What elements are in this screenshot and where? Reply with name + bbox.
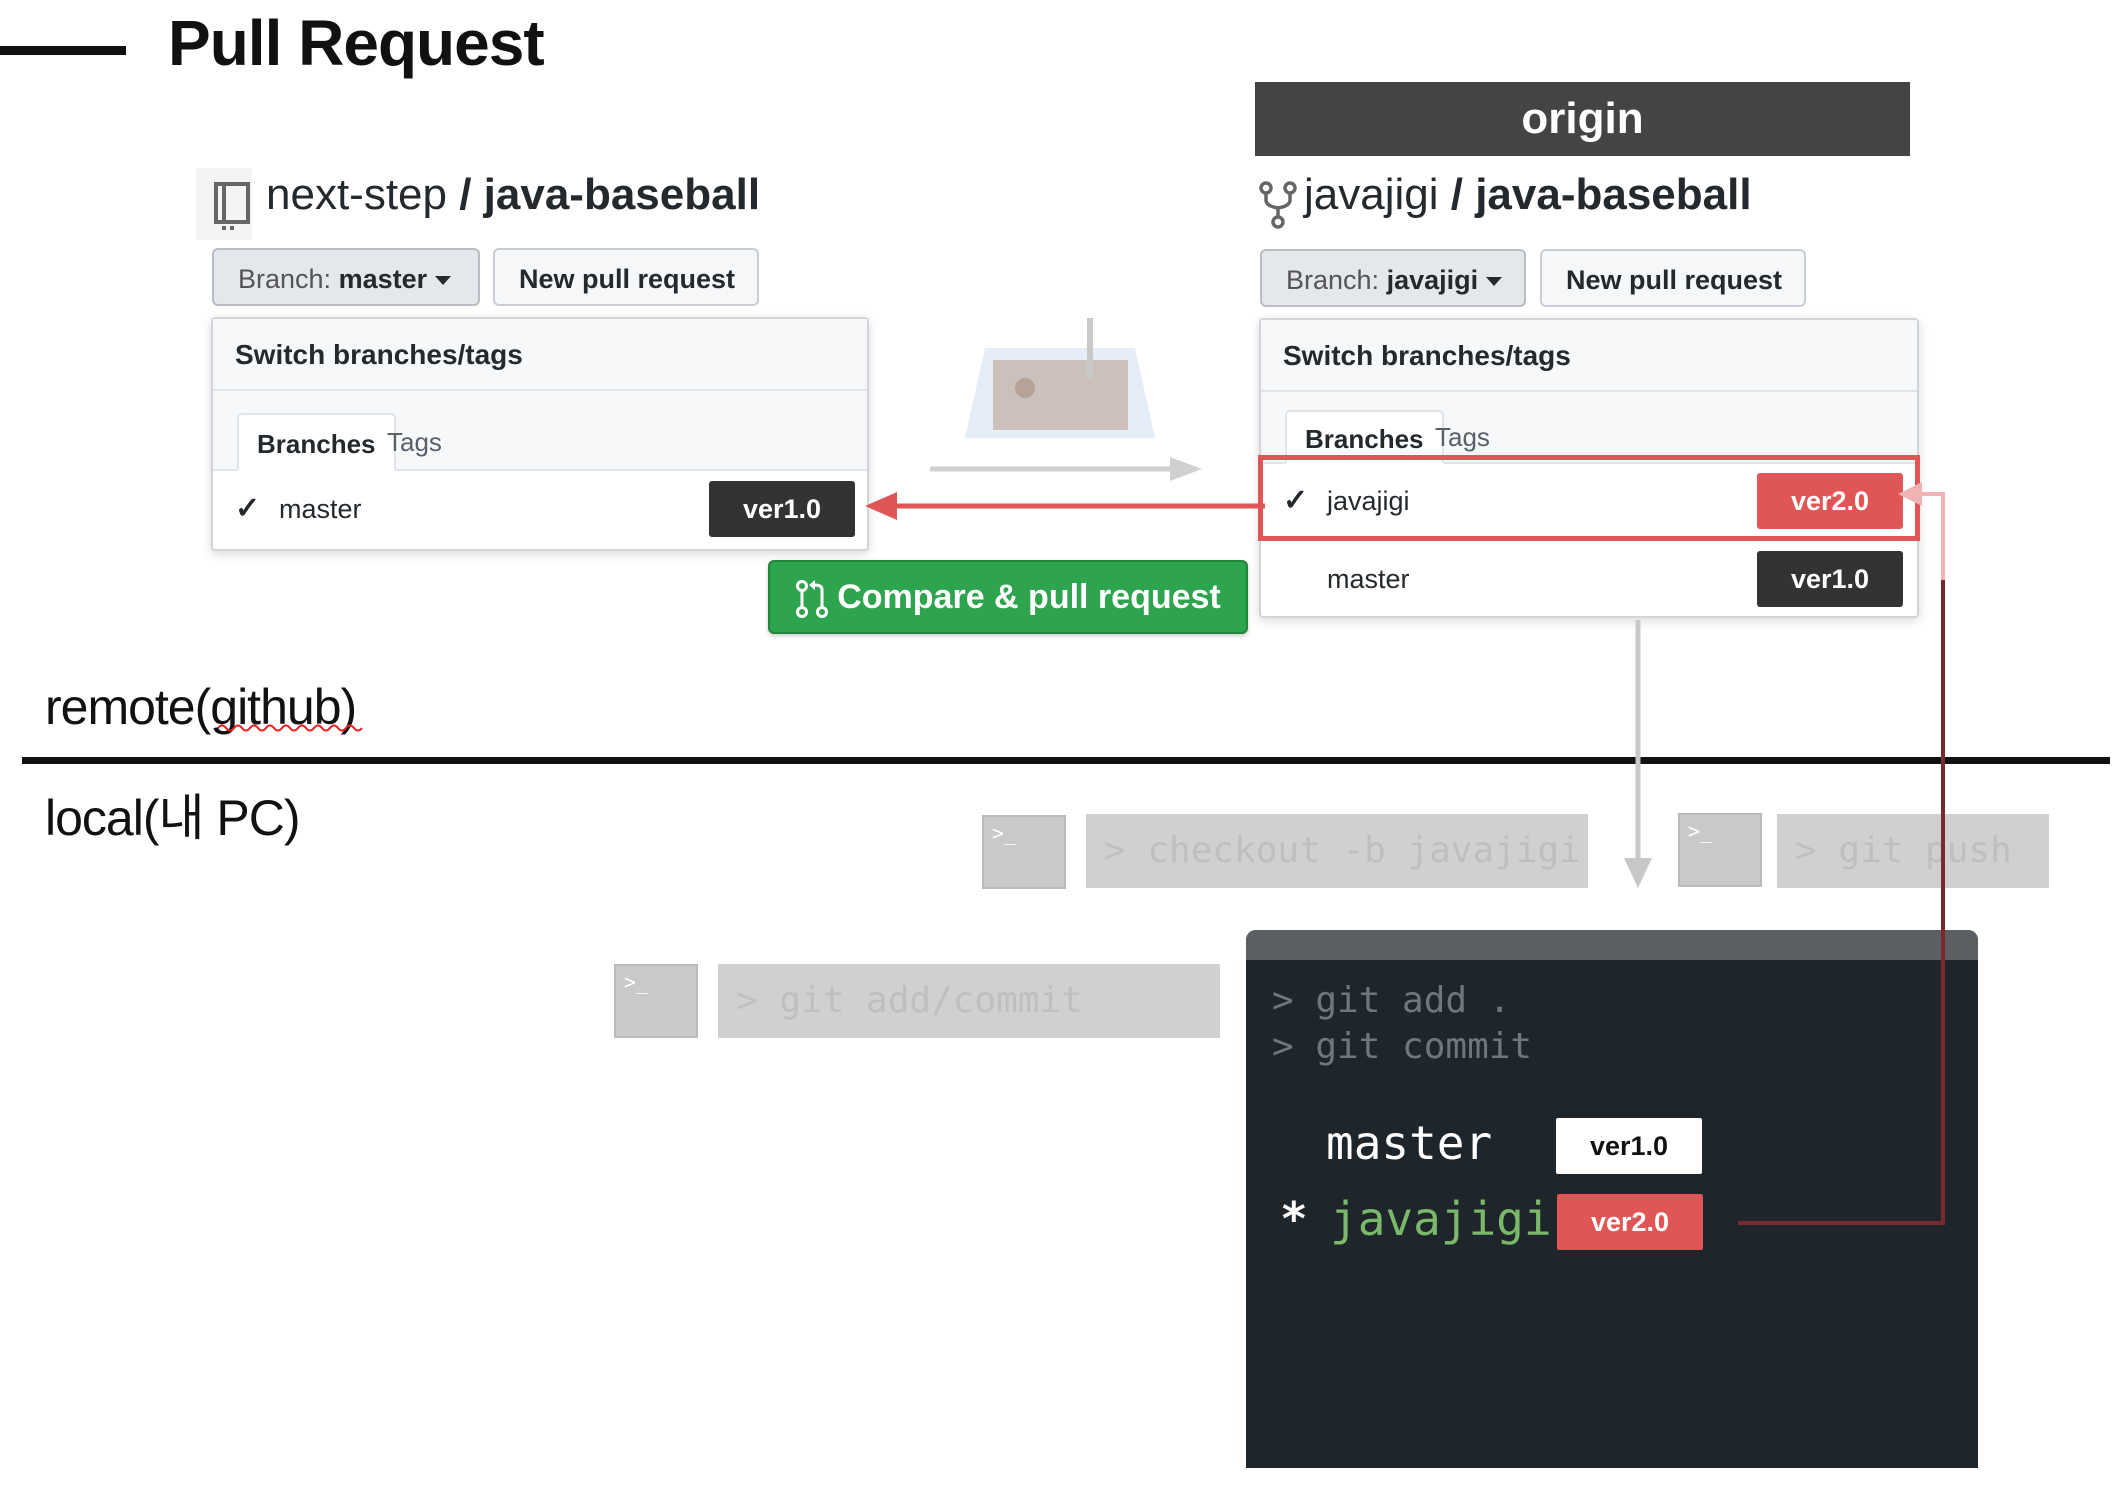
pull-request-illustration bbox=[965, 318, 1155, 438]
red-left-arrow bbox=[865, 492, 1265, 520]
checkout-terminal-icon: >_ bbox=[982, 815, 1066, 889]
gray-down-arrow bbox=[1624, 620, 1652, 888]
terminal-branch-javajigi: javajigi bbox=[1330, 1192, 1552, 1246]
dropdown-tabs: Branches Tags bbox=[1261, 392, 1917, 464]
branch-prefix: Branch: bbox=[1286, 265, 1380, 295]
compare-pull-request-button[interactable]: Compare & pull request bbox=[768, 560, 1248, 634]
add-commit-command: > git add/commit bbox=[718, 964, 1220, 1038]
check-icon: ✓ bbox=[235, 492, 261, 525]
left-repo-title[interactable]: next-step / java-baseball bbox=[266, 170, 760, 220]
left-branch-dropdown: Switch branches/tags Branches Tags ✓ mas… bbox=[211, 317, 869, 551]
right-branch-button[interactable]: Branch: javajigi bbox=[1260, 249, 1526, 307]
title-rule bbox=[0, 46, 126, 55]
dropdown-tabs: Branches Tags bbox=[213, 391, 867, 471]
branch-row-label: master bbox=[279, 494, 362, 524]
caret-down-icon bbox=[1486, 277, 1503, 287]
left-repo-name[interactable]: java-baseball bbox=[484, 170, 760, 219]
add-commit-terminal-icon: >_ bbox=[614, 964, 698, 1038]
terminal-branch-master: master bbox=[1326, 1116, 1493, 1170]
left-repo-separator: / bbox=[446, 170, 484, 219]
terminal-line: > git add . bbox=[1272, 980, 1511, 1021]
left-branch-button[interactable]: Branch: master bbox=[212, 248, 480, 306]
branch-value: javajigi bbox=[1386, 265, 1479, 295]
repo-fork-icon bbox=[1259, 181, 1297, 229]
left-new-pr-button[interactable]: New pull request bbox=[493, 248, 759, 306]
pull-request-icon bbox=[796, 580, 829, 619]
repo-book-icon bbox=[214, 182, 250, 230]
terminal-tag-master: ver1.0 bbox=[1556, 1118, 1702, 1174]
compare-button-label: Compare & pull request bbox=[837, 578, 1221, 616]
right-repo-owner[interactable]: javajigi bbox=[1304, 170, 1439, 219]
left-repo-owner[interactable]: next-step bbox=[266, 170, 447, 219]
branch-row-label: master bbox=[1327, 564, 1410, 594]
dropdown-header: Switch branches/tags bbox=[1261, 320, 1917, 392]
branch-value: master bbox=[338, 264, 428, 294]
right-repo-separator: / bbox=[1438, 170, 1476, 219]
terminal-current-marker: * bbox=[1280, 1192, 1308, 1246]
right-repo-title[interactable]: javajigi / java-baseball bbox=[1304, 170, 1752, 220]
local-section-label: local(내 PC) bbox=[45, 790, 300, 846]
spellcheck-underline bbox=[218, 724, 363, 732]
branch-prefix: Branch: bbox=[238, 264, 332, 294]
gray-right-arrow bbox=[930, 457, 1202, 481]
caret-down-icon bbox=[435, 276, 452, 286]
push-connector-arrow bbox=[1738, 482, 1945, 1225]
dropdown-header: Switch branches/tags bbox=[213, 319, 867, 391]
terminal-line: > git commit bbox=[1272, 1026, 1533, 1067]
terminal-tag-javajigi: ver2.0 bbox=[1557, 1194, 1703, 1250]
right-new-pr-button[interactable]: New pull request bbox=[1540, 249, 1806, 307]
tab-tags[interactable]: Tags bbox=[369, 413, 460, 471]
version-tag: ver1.0 bbox=[709, 481, 855, 537]
origin-banner: origin bbox=[1255, 82, 1910, 156]
branch-row-master[interactable]: ✓ master ver1.0 bbox=[213, 471, 867, 547]
right-repo-name[interactable]: java-baseball bbox=[1475, 170, 1751, 219]
page-title: Pull Request bbox=[168, 7, 545, 79]
checkout-command: > checkout -b javajigi bbox=[1086, 814, 1588, 888]
